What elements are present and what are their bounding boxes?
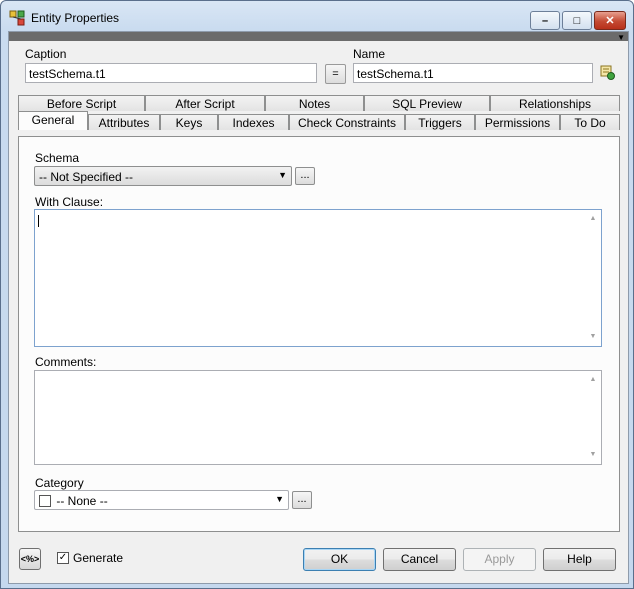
tab-to-do[interactable]: To Do xyxy=(560,114,620,130)
caption-input[interactable]: testSchema.t1 xyxy=(25,63,317,83)
name-sync-icon[interactable] xyxy=(600,65,615,80)
maximize-button[interactable]: □ xyxy=(562,11,592,30)
scroll-down-icon[interactable]: ▼ xyxy=(585,447,601,463)
tab-keys[interactable]: Keys xyxy=(160,114,218,130)
category-color-swatch xyxy=(39,495,51,507)
minimize-icon: – xyxy=(541,14,549,27)
minimize-button[interactable]: – xyxy=(530,11,560,30)
chevron-down-icon: ▼ xyxy=(278,170,287,180)
tab-after-script[interactable]: After Script xyxy=(145,95,265,111)
cancel-button[interactable]: Cancel xyxy=(383,548,456,571)
chevron-down-icon: ▼ xyxy=(275,494,284,504)
chevron-down-icon[interactable]: ▼ xyxy=(617,33,625,42)
category-select[interactable]: -- None -- ▼ xyxy=(34,490,289,510)
entity-properties-window: Entity Properties – □ ✕ ▼ Caption testSc… xyxy=(0,0,634,589)
category-select-value: -- None -- xyxy=(56,494,108,508)
name-input[interactable]: testSchema.t1 xyxy=(353,63,593,83)
tab-attributes[interactable]: Attributes xyxy=(88,114,160,130)
schema-browse-button[interactable]: ... xyxy=(295,167,315,185)
caption-label: Caption xyxy=(25,47,67,61)
dialog-client-area: ▼ Caption testSchema.t1 = Name testSchem… xyxy=(8,31,629,584)
entity-properties-icon xyxy=(9,10,25,26)
general-tab-panel: Schema -- Not Specified -- ▼ ... With Cl… xyxy=(18,136,620,532)
close-icon: ✕ xyxy=(605,15,615,27)
close-button[interactable]: ✕ xyxy=(594,11,626,30)
tab-sql-preview[interactable]: SQL Preview xyxy=(364,95,490,111)
category-label: Category xyxy=(35,476,84,490)
tab-indexes[interactable]: Indexes xyxy=(218,114,289,130)
tab-notes[interactable]: Notes xyxy=(265,95,364,111)
comments-textarea[interactable]: ▲ ▼ xyxy=(34,370,602,465)
scroll-down-icon[interactable]: ▼ xyxy=(585,329,601,345)
with-clause-scrollbar[interactable]: ▲ ▼ xyxy=(585,210,601,346)
tab-before-script[interactable]: Before Script xyxy=(18,95,145,111)
category-browse-button[interactable]: ... xyxy=(292,491,312,509)
scroll-up-icon[interactable]: ▲ xyxy=(585,372,601,388)
apply-button[interactable]: Apply xyxy=(463,548,536,571)
scroll-up-icon[interactable]: ▲ xyxy=(585,211,601,227)
comments-label: Comments: xyxy=(35,355,97,369)
help-button[interactable]: Help xyxy=(543,548,616,571)
comments-scrollbar[interactable]: ▲ ▼ xyxy=(585,371,601,464)
toolbar-strip[interactable]: ▼ xyxy=(9,32,628,42)
title-bar[interactable]: Entity Properties – □ ✕ xyxy=(1,1,633,31)
ok-button[interactable]: OK xyxy=(303,548,376,571)
name-label: Name xyxy=(353,47,386,61)
generate-checkbox[interactable]: ✓ xyxy=(57,552,69,564)
text-caret xyxy=(38,215,39,227)
equals-button[interactable]: = xyxy=(325,64,346,84)
tab-general[interactable]: General xyxy=(18,111,88,130)
window-title: Entity Properties xyxy=(31,11,120,25)
tab-triggers[interactable]: Triggers xyxy=(405,114,475,130)
maximize-icon: □ xyxy=(573,14,581,27)
sql-tag-icon: <%> xyxy=(20,554,40,564)
with-clause-textarea[interactable]: ▲ ▼ xyxy=(34,209,602,347)
schema-select[interactable]: -- Not Specified -- ▼ xyxy=(34,166,292,186)
sql-tag-button[interactable]: <%> xyxy=(19,548,41,570)
tab-relationships[interactable]: Relationships xyxy=(490,95,620,111)
schema-label: Schema xyxy=(35,151,80,165)
with-clause-label: With Clause: xyxy=(35,195,104,209)
tab-check-constraints[interactable]: Check Constraints xyxy=(289,114,405,130)
generate-label[interactable]: Generate xyxy=(73,551,123,565)
schema-select-value: -- Not Specified -- xyxy=(39,170,134,184)
tab-permissions[interactable]: Permissions xyxy=(475,114,560,130)
